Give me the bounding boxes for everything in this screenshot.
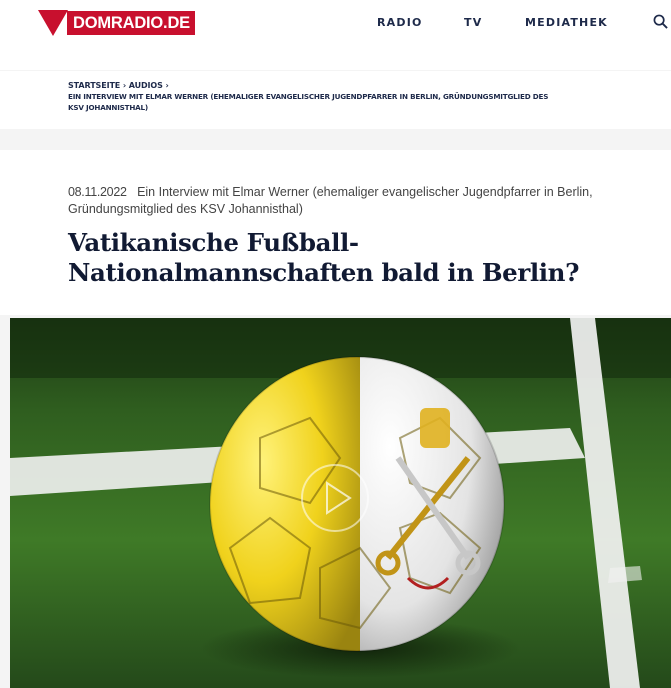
article-date: 08.11.2022 bbox=[68, 185, 127, 199]
nav-tv[interactable]: TV bbox=[464, 16, 482, 29]
nav-mediathek[interactable]: MEDIATHEK bbox=[525, 16, 608, 29]
breadcrumb-home[interactable]: STARTSEITE › bbox=[68, 81, 126, 90]
domradio-logo[interactable]: DOMRADIO.DE bbox=[38, 10, 195, 36]
logo-triangle-icon bbox=[38, 10, 68, 36]
site-header: DOMRADIO.DE RADIO TV MEDIATHEK bbox=[0, 0, 671, 70]
article-title-line1: Vatikanische Fußball- bbox=[68, 228, 359, 257]
search-icon[interactable] bbox=[653, 14, 668, 29]
nav-radio[interactable]: RADIO bbox=[377, 16, 423, 29]
article-header: 08.11.2022 Ein Interview mit Elmar Werne… bbox=[0, 150, 671, 315]
breadcrumb-current-cont: KSV JOHANNISTHAL) bbox=[68, 103, 149, 112]
play-icon[interactable] bbox=[300, 463, 370, 533]
breadcrumb-audios[interactable]: AUDIOS › bbox=[129, 81, 169, 90]
hero-video[interactable] bbox=[10, 318, 671, 688]
breadcrumb-current: EIN INTERVIEW MIT ELMAR WERNER (EHEMALIG… bbox=[68, 92, 549, 101]
logo-text: DOMRADIO.DE bbox=[67, 11, 195, 35]
article-title: Vatikanische Fußball- Nationalmannschaft… bbox=[68, 228, 668, 288]
article-teaser-cont: Gründungsmitglied des KSV Johannisthal) bbox=[68, 202, 303, 216]
article-meta: 08.11.2022 Ein Interview mit Elmar Werne… bbox=[68, 184, 671, 218]
article-title-line2: Nationalmannschaften bald in Berlin? bbox=[68, 258, 580, 287]
breadcrumb: STARTSEITE › AUDIOS › EIN INTERVIEW MIT … bbox=[0, 71, 671, 129]
article-teaser: Ein Interview mit Elmar Werner (ehemalig… bbox=[137, 185, 593, 199]
